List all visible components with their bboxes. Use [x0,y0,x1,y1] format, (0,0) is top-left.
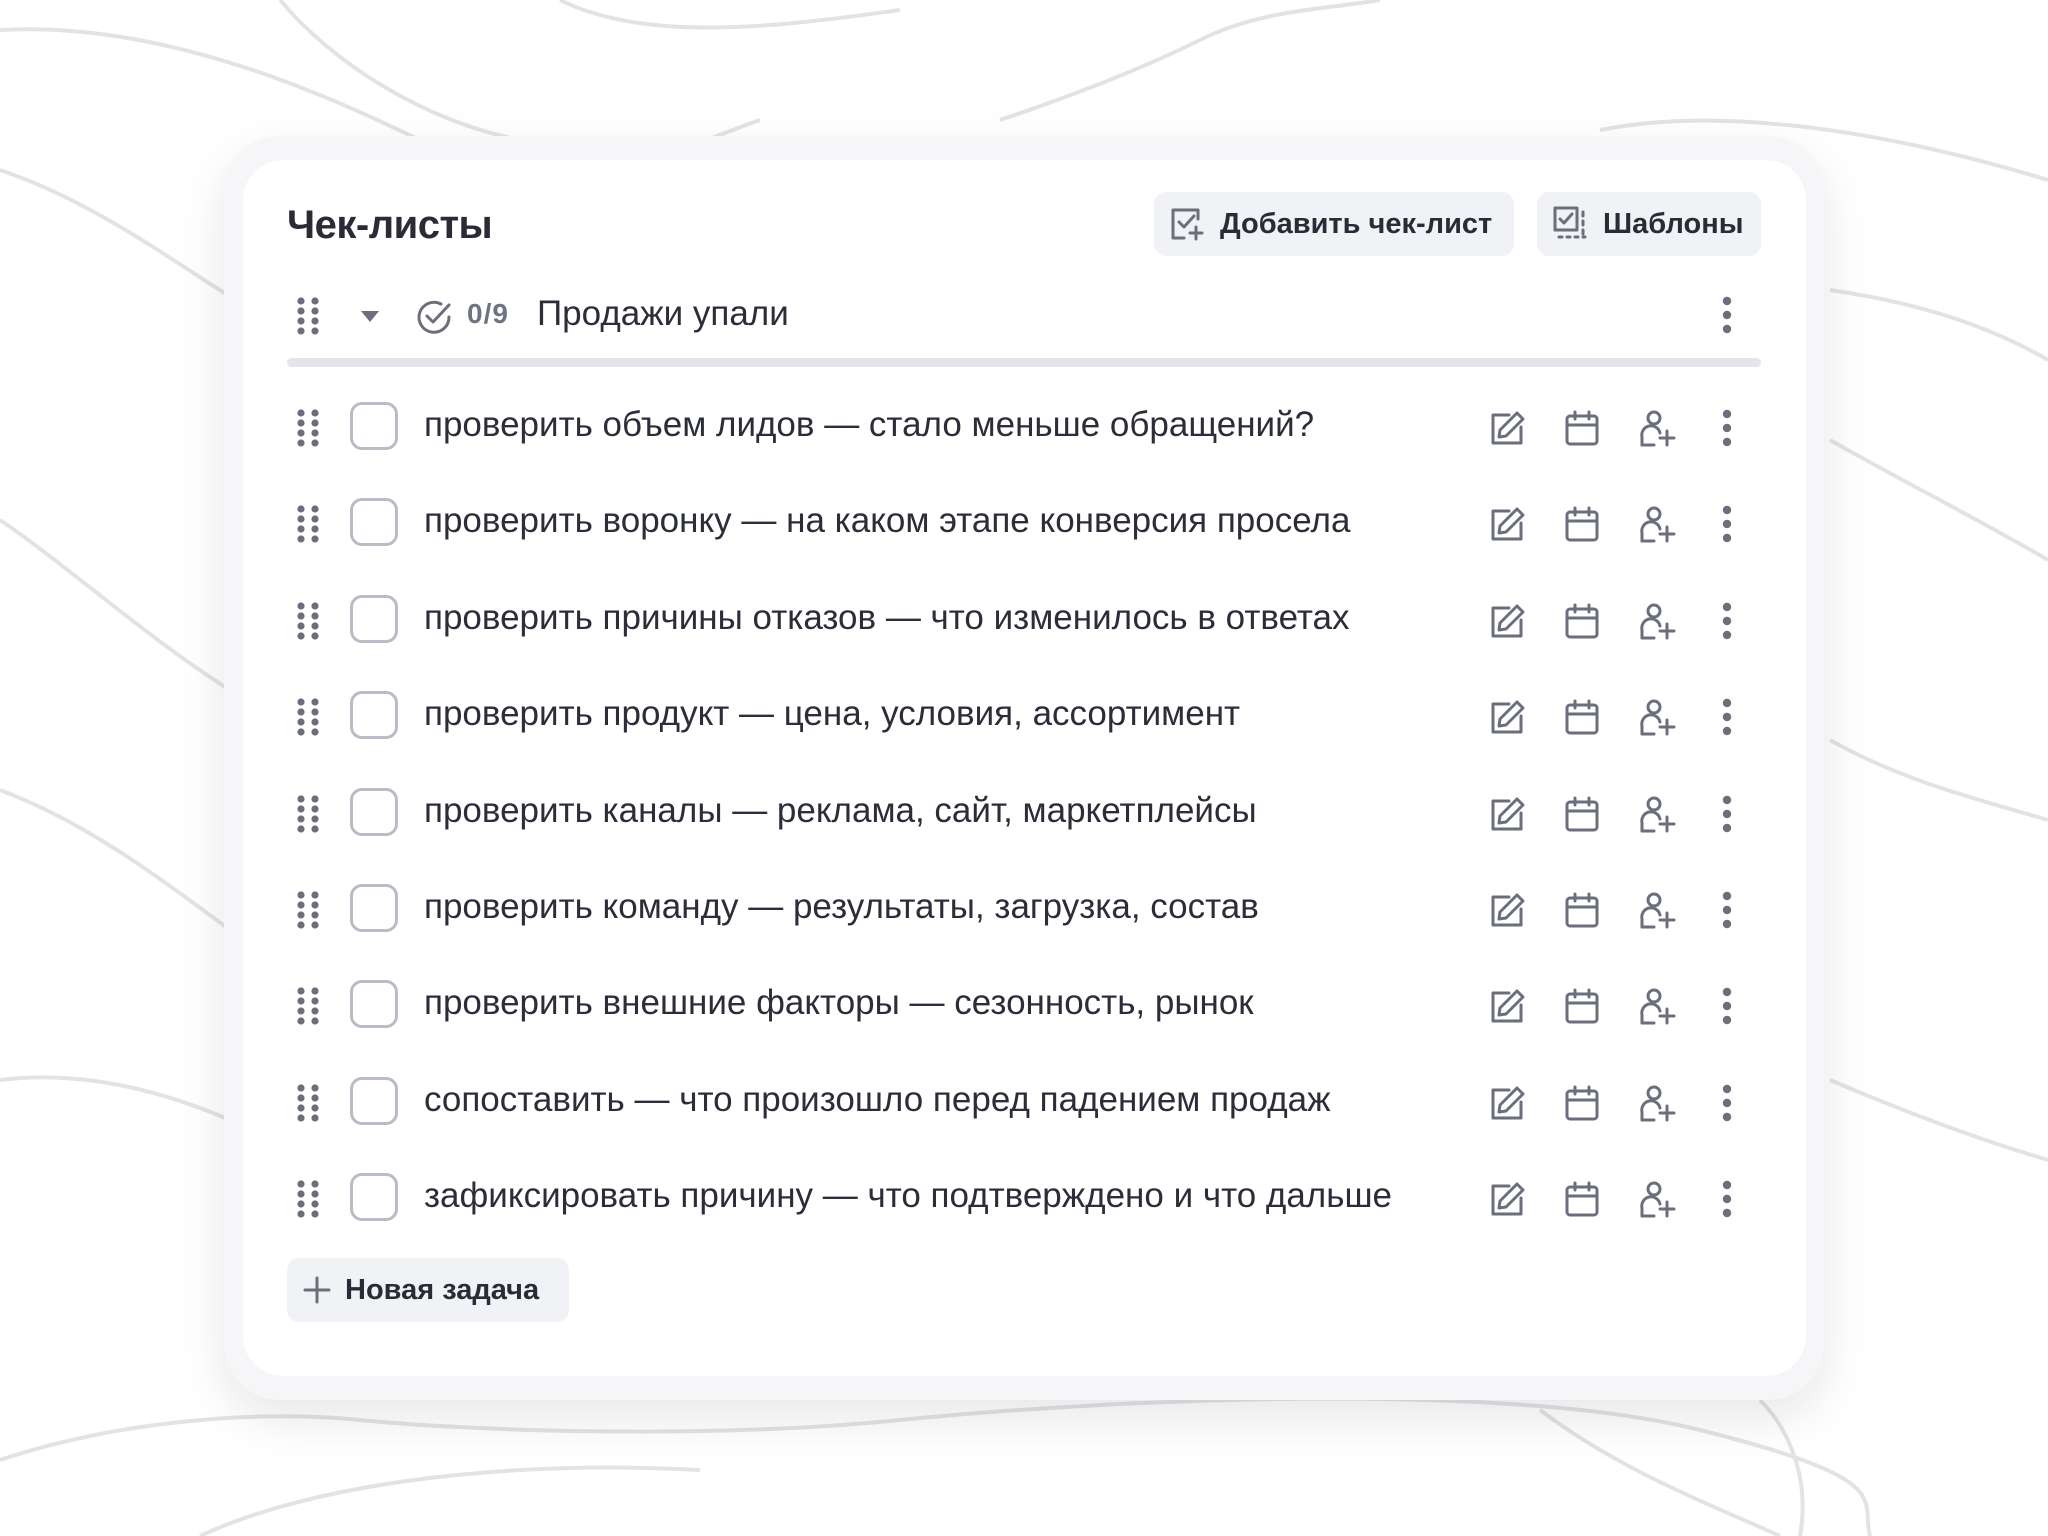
task-text[interactable]: проверить объем лидов — стало меньше обр… [424,405,1314,445]
new-task-button[interactable]: Новая задача [287,1258,569,1322]
task-row: проверить команду — результаты, загрузка… [287,875,1761,947]
task-row: зафиксировать причину — что подтверждено… [287,1164,1761,1236]
task-text[interactable]: проверить воронку — на каком этапе конве… [424,501,1350,541]
edit-icon[interactable] [1485,600,1529,644]
task-row: проверить внешние факторы — сезонность, … [287,971,1761,1043]
task-checkbox[interactable] [350,402,398,450]
drag-handle-icon[interactable] [296,1083,320,1128]
task-checkbox[interactable] [350,595,398,643]
more-vertical-icon[interactable] [1705,793,1749,837]
caret-down-icon[interactable] [360,310,380,324]
add-user-icon[interactable] [1635,407,1679,451]
templates-label: Шаблоны [1603,207,1744,240]
task-text[interactable]: проверить причины отказов — что изменило… [424,598,1350,638]
task-row: проверить продукт — цена, условия, ассор… [287,682,1761,754]
checklist-header: 0/9 Продажи упали [287,288,1761,344]
more-vertical-icon[interactable] [1705,1178,1749,1222]
checklist-progress: 0/9 [467,298,509,329]
task-text[interactable]: проверить команду — результаты, загрузка… [424,887,1259,927]
task-row: проверить воронку — на каком этапе конве… [287,489,1761,561]
calendar-icon[interactable] [1560,1082,1604,1126]
add-user-icon[interactable] [1635,889,1679,933]
edit-icon[interactable] [1485,793,1529,837]
drag-handle-icon[interactable] [296,504,320,549]
edit-icon[interactable] [1485,1178,1529,1222]
more-vertical-icon[interactable] [1705,1082,1749,1126]
task-text[interactable]: проверить продукт — цена, условия, ассор… [424,694,1240,734]
drag-handle-icon[interactable] [296,697,320,742]
calendar-icon[interactable] [1560,600,1604,644]
more-vertical-icon[interactable] [1705,889,1749,933]
task-text[interactable]: проверить внешние факторы — сезонность, … [424,983,1254,1023]
drag-handle-icon[interactable] [296,601,320,646]
drag-handle-icon[interactable] [296,296,320,336]
task-text[interactable]: проверить каналы — реклама, сайт, маркет… [424,791,1257,831]
task-checkbox[interactable] [350,498,398,546]
checklist-progress-bar [287,358,1761,367]
checklist-title[interactable]: Продажи упали [537,294,789,334]
panel-title: Чек-листы [287,203,493,247]
add-checklist-label: Добавить чек-лист [1220,207,1493,240]
more-vertical-icon[interactable] [1705,696,1749,740]
check-circle-icon [417,300,451,334]
add-user-icon[interactable] [1635,600,1679,644]
edit-icon[interactable] [1485,985,1529,1029]
calendar-icon[interactable] [1560,793,1604,837]
more-vertical-icon[interactable] [1705,407,1749,451]
edit-icon[interactable] [1485,503,1529,547]
add-checklist-icon [1171,208,1204,241]
edit-icon[interactable] [1485,407,1529,451]
templates-button[interactable]: Шаблоны [1537,192,1761,256]
edit-icon[interactable] [1485,1082,1529,1126]
add-user-icon[interactable] [1635,503,1679,547]
plus-icon [303,1276,331,1304]
drag-handle-icon[interactable] [296,794,320,839]
task-row: сопоставить — что произошло перед падени… [287,1068,1761,1140]
calendar-icon[interactable] [1560,696,1604,740]
task-checkbox[interactable] [350,884,398,932]
drag-handle-icon[interactable] [296,1179,320,1224]
calendar-icon[interactable] [1560,407,1604,451]
task-row: проверить причины отказов — что изменило… [287,586,1761,658]
task-text[interactable]: зафиксировать причину — что подтверждено… [424,1176,1392,1216]
calendar-icon[interactable] [1560,503,1604,547]
calendar-icon[interactable] [1560,1178,1604,1222]
add-user-icon[interactable] [1635,1178,1679,1222]
add-user-icon[interactable] [1635,696,1679,740]
edit-icon[interactable] [1485,889,1529,933]
task-checkbox[interactable] [350,1173,398,1221]
task-row: проверить каналы — реклама, сайт, маркет… [287,779,1761,851]
add-checklist-button[interactable]: Добавить чек-лист [1154,192,1514,256]
task-checkbox[interactable] [350,1077,398,1125]
calendar-icon[interactable] [1560,889,1604,933]
more-vertical-icon[interactable] [1705,985,1749,1029]
new-task-label: Новая задача [345,1273,540,1306]
edit-icon[interactable] [1485,696,1529,740]
drag-handle-icon[interactable] [296,890,320,935]
add-user-icon[interactable] [1635,985,1679,1029]
add-user-icon[interactable] [1635,1082,1679,1126]
drag-handle-icon[interactable] [296,986,320,1031]
task-checkbox[interactable] [350,788,398,836]
more-vertical-icon[interactable] [1705,600,1749,644]
calendar-icon[interactable] [1560,985,1604,1029]
drag-handle-icon[interactable] [296,408,320,453]
task-row: проверить объем лидов — стало меньше обр… [287,393,1761,465]
templates-icon [1553,206,1587,239]
task-checkbox[interactable] [350,691,398,739]
more-vertical-icon[interactable] [1705,503,1749,547]
add-user-icon[interactable] [1635,793,1679,837]
task-text[interactable]: сопоставить — что произошло перед падени… [424,1080,1331,1120]
more-vertical-icon[interactable] [1722,296,1732,336]
task-checkbox[interactable] [350,980,398,1028]
